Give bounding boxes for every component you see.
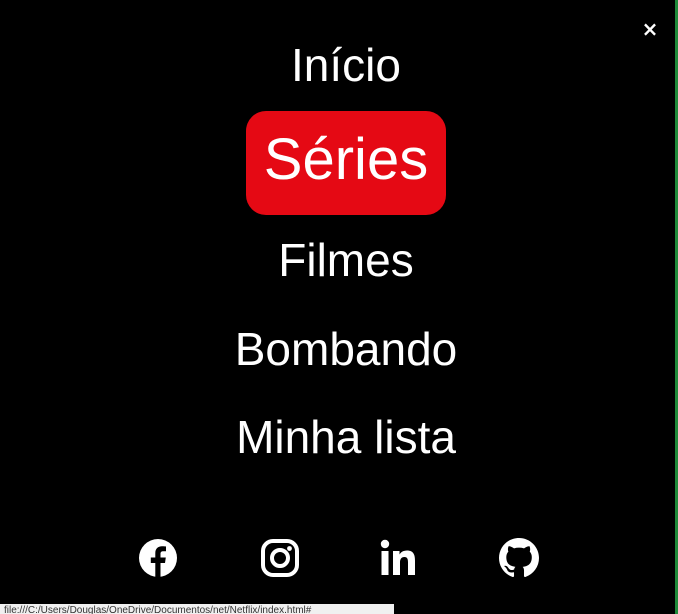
- close-icon[interactable]: ×: [640, 18, 660, 40]
- nav-item-label: Início: [291, 39, 401, 91]
- instagram-icon[interactable]: [260, 538, 300, 578]
- status-bar-url: file:///C:/Users/Douglas/OneDrive/Docume…: [0, 604, 394, 614]
- facebook-icon[interactable]: [138, 538, 178, 578]
- nav-item-bombando[interactable]: Bombando: [0, 322, 678, 376]
- linkedin-icon[interactable]: [379, 538, 419, 578]
- mobile-menu-overlay: × Início Séries Filmes Bombando Minha li…: [0, 0, 678, 614]
- nav-item-label: Filmes: [278, 234, 414, 286]
- social-links: [0, 538, 678, 582]
- nav-item-label: Bombando: [234, 323, 458, 375]
- nav-item-inicio[interactable]: Início: [0, 38, 678, 92]
- nav-item-minha-lista[interactable]: Minha lista: [0, 410, 678, 464]
- github-icon[interactable]: [499, 538, 539, 578]
- nav-item-label: Minha lista: [236, 411, 456, 463]
- nav-item-series[interactable]: Séries: [0, 111, 678, 215]
- nav-item-filmes[interactable]: Filmes: [0, 233, 678, 287]
- nav-item-label: Séries: [245, 111, 447, 215]
